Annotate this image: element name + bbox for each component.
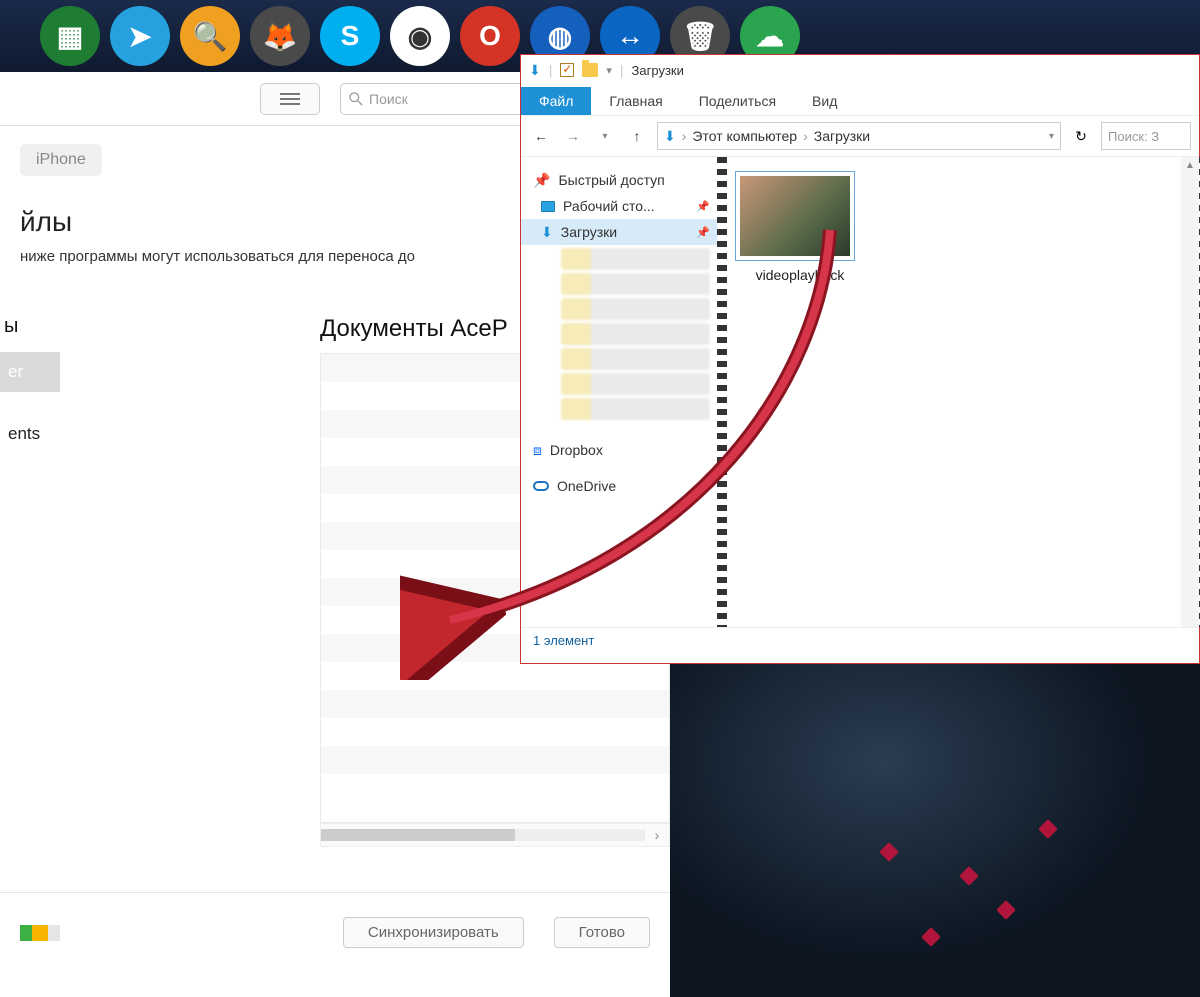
refresh-button[interactable]: ↻ bbox=[1069, 124, 1093, 148]
explorer-sidebar: 📌 Быстрый доступ Рабочий сто... 📌 ⬇ Загр… bbox=[521, 157, 721, 627]
pin-icon: 📌 bbox=[696, 226, 710, 239]
sidebar-item-blurred[interactable] bbox=[561, 348, 710, 370]
search-icon[interactable]: 🔍 bbox=[180, 6, 240, 66]
explorer-titlebar[interactable]: ⬇ | ✓ ▾ | Загрузки bbox=[521, 55, 1199, 85]
breadcrumb-root[interactable]: Этот компьютер bbox=[692, 128, 797, 144]
telegram-icon[interactable]: ➤ bbox=[110, 6, 170, 66]
left-item[interactable]: ents bbox=[0, 414, 60, 454]
sidebar-dropbox[interactable]: ⧈ Dropbox bbox=[521, 437, 720, 463]
download-arrow-icon: ⬇ bbox=[529, 62, 541, 79]
nav-bar: ← → ▾ ↑ ⬇ › Этот компьютер › Загрузки ▾ … bbox=[521, 115, 1199, 157]
left-col-header: ы bbox=[0, 315, 60, 352]
download-arrow-icon: ⬇ bbox=[664, 128, 676, 145]
horizontal-scrollbar[interactable]: › bbox=[320, 823, 670, 847]
sidebar-item-blurred[interactable] bbox=[561, 273, 710, 295]
file-tile[interactable]: videoplayback bbox=[735, 171, 865, 283]
video-thumbnail bbox=[735, 171, 855, 261]
address-bar[interactable]: ⬇ › Этот компьютер › Загрузки ▾ bbox=[657, 122, 1061, 150]
sidebar-desktop[interactable]: Рабочий сто... 📌 bbox=[521, 193, 720, 219]
download-arrow-icon: ⬇ bbox=[541, 224, 553, 241]
desktop-icon bbox=[541, 201, 555, 212]
nav-up[interactable]: ↑ bbox=[625, 124, 649, 148]
explorer-statusbar: 1 элемент bbox=[521, 627, 1199, 653]
sidebar-downloads[interactable]: ⬇ Загрузки 📌 bbox=[521, 219, 720, 245]
nav-history[interactable]: ▾ bbox=[593, 124, 617, 148]
tab-view[interactable]: Вид bbox=[794, 87, 855, 115]
sidebar-onedrive[interactable]: OneDrive bbox=[521, 473, 720, 499]
gimp-icon[interactable]: 🦊 bbox=[250, 6, 310, 66]
pin-star-icon: 📌 bbox=[533, 172, 550, 189]
skype-icon[interactable]: S bbox=[320, 6, 380, 66]
sidebar-item-blurred[interactable] bbox=[561, 323, 710, 345]
sidebar-item-blurred[interactable] bbox=[561, 248, 710, 270]
sidebar-item-blurred[interactable] bbox=[561, 298, 710, 320]
desktop-wallpaper bbox=[670, 660, 1200, 997]
search-placeholder: Поиск bbox=[369, 91, 408, 107]
sidebar-item-blurred[interactable] bbox=[561, 373, 710, 395]
explorer-content[interactable]: videoplayback ▲ bbox=[721, 157, 1199, 627]
nav-back[interactable]: ← bbox=[529, 124, 553, 148]
file-name: videoplayback bbox=[735, 267, 865, 283]
search-icon bbox=[349, 92, 363, 106]
scroll-up-icon[interactable]: ▲ bbox=[1181, 157, 1199, 175]
vertical-scrollbar[interactable]: ▲ bbox=[1181, 157, 1199, 627]
status-text: 1 элемент bbox=[533, 633, 594, 648]
list-view-button[interactable] bbox=[260, 83, 320, 115]
explorer-search[interactable]: Поиск: З bbox=[1101, 122, 1191, 150]
left-item-selected[interactable]: er bbox=[0, 352, 60, 392]
sync-button[interactable]: Синхронизировать bbox=[343, 917, 524, 948]
window-title: Загрузки bbox=[632, 63, 684, 78]
ribbon-tabs: Файл Главная Поделиться Вид bbox=[521, 85, 1199, 115]
folder-icon bbox=[582, 63, 598, 77]
tab-home[interactable]: Главная bbox=[591, 87, 680, 115]
cloud-icon bbox=[533, 481, 549, 491]
chevron-down-icon[interactable]: ▾ bbox=[1049, 131, 1054, 142]
dropbox-icon: ⧈ bbox=[533, 442, 542, 459]
chrome-icon[interactable]: ◉ bbox=[390, 6, 450, 66]
explorer-window: ⬇ | ✓ ▾ | Загрузки Файл Главная Поделить… bbox=[520, 54, 1200, 664]
checkbox-icon[interactable]: ✓ bbox=[560, 63, 574, 77]
done-button[interactable]: Готово bbox=[554, 917, 650, 948]
tab-iphone[interactable]: iPhone bbox=[20, 144, 102, 176]
search-placeholder: Поиск: З bbox=[1108, 129, 1159, 144]
tab-file[interactable]: Файл bbox=[521, 87, 591, 115]
opera-icon[interactable]: O bbox=[460, 6, 520, 66]
breadcrumb-folder[interactable]: Загрузки bbox=[814, 128, 870, 144]
pin-icon: 📌 bbox=[696, 200, 710, 213]
storage-bar bbox=[20, 925, 60, 941]
sidebar-quick-access[interactable]: 📌 Быстрый доступ bbox=[521, 167, 720, 193]
tab-share[interactable]: Поделиться bbox=[681, 87, 794, 115]
sidebar-item-blurred[interactable] bbox=[561, 398, 710, 420]
excel-icon[interactable]: ▦ bbox=[40, 6, 100, 66]
nav-forward[interactable]: → bbox=[561, 124, 585, 148]
